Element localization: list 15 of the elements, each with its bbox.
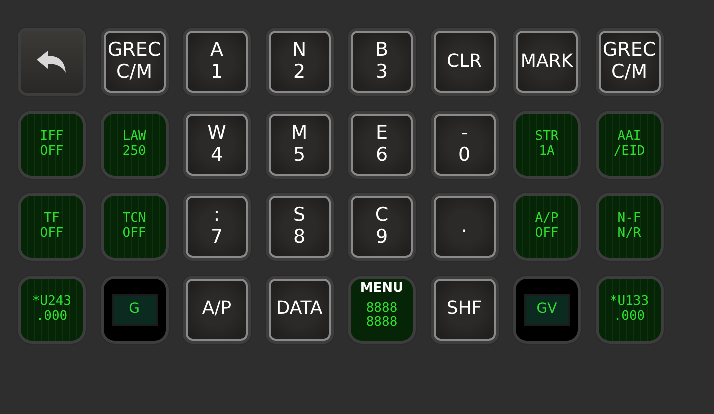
status-key[interactable]: AAI /EID <box>598 114 660 176</box>
back-arrow-icon <box>37 51 67 73</box>
status-key[interactable]: N-F N/R <box>598 196 660 258</box>
status-key[interactable]: IFF OFF <box>21 114 83 176</box>
mode-key[interactable]: GV <box>516 278 578 340</box>
status-key[interactable]: LAW 250 <box>104 114 166 176</box>
status-key[interactable]: *U133 .000 <box>598 278 660 340</box>
status-key[interactable]: A/P OFF <box>516 196 578 258</box>
mode-key[interactable]: G <box>104 278 166 340</box>
back-button[interactable] <box>21 31 83 93</box>
status-key[interactable]: STR 1A <box>516 114 578 176</box>
status-key[interactable]: TF OFF <box>21 196 83 258</box>
menu-key[interactable]: MENU 8888 8888 <box>351 278 413 340</box>
status-key[interactable]: *U243 .000 <box>21 278 83 340</box>
status-key[interactable]: TCN OFF <box>104 196 166 258</box>
